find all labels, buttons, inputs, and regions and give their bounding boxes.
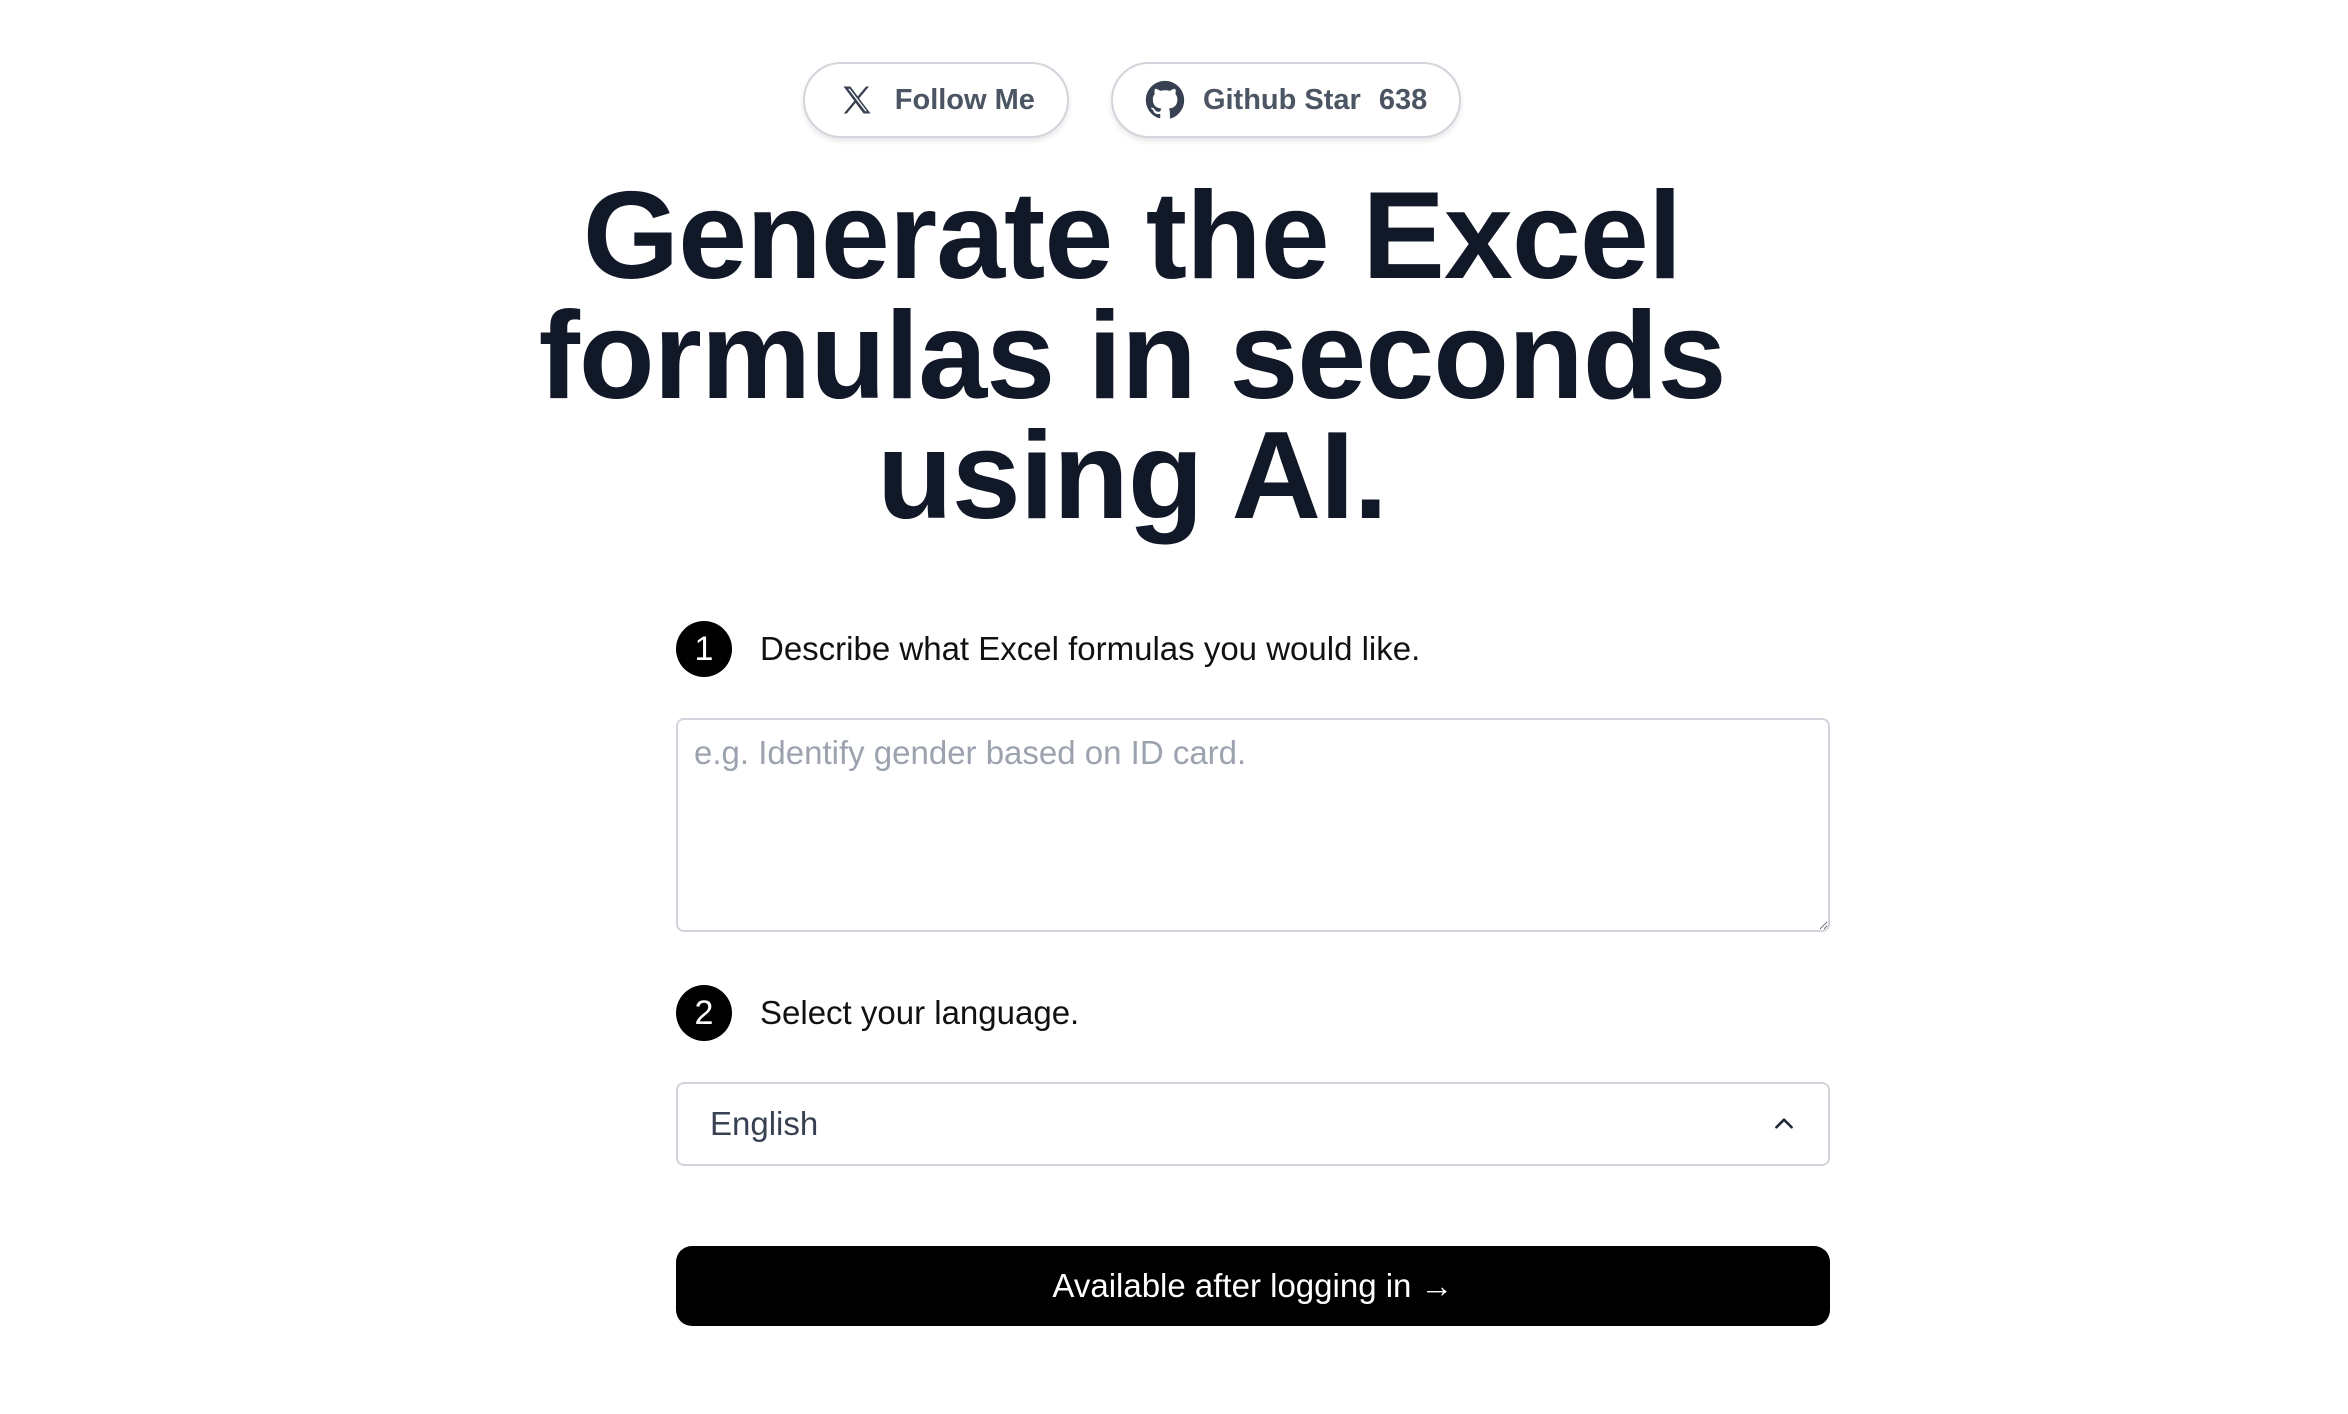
step-2-badge: 2 — [676, 985, 732, 1041]
x-logo-icon — [837, 80, 877, 120]
language-selected-value: English — [710, 1105, 819, 1142]
chevron-up-icon — [1770, 1110, 1798, 1138]
formula-description-input[interactable] — [676, 718, 1830, 932]
follow-me-button[interactable]: Follow Me — [802, 62, 1069, 138]
title-line-1: Generate the Excel — [582, 167, 1683, 305]
formula-form: 1 Describe what Excel formulas you would… — [676, 620, 1830, 1326]
step-1-label: Describe what Excel formulas you would l… — [760, 630, 1421, 667]
follow-me-label: Follow Me — [894, 83, 1035, 116]
step-1-badge: 1 — [676, 621, 732, 677]
login-required-button[interactable]: Available after logging in → — [676, 1246, 1830, 1326]
language-select[interactable]: English — [676, 1082, 1830, 1166]
login-required-label: Available after logging in → — [1052, 1267, 1454, 1304]
github-icon — [1145, 80, 1185, 120]
title-line-3: using AI. — [877, 407, 1388, 545]
github-star-count: 638 — [1378, 83, 1428, 116]
title-line-2: formulas in seconds — [538, 287, 1727, 425]
page-title: Generate the Excel formulas in seconds u… — [0, 167, 2348, 545]
step-2: 2 Select your language. — [676, 984, 1830, 1042]
github-star-button[interactable]: Github Star 638 — [1110, 62, 1462, 138]
github-star-label: Github Star — [1202, 83, 1361, 116]
top-buttons: Follow Me Github Star 638 — [0, 62, 2348, 138]
step-2-label: Select your language. — [760, 994, 1080, 1031]
page: Follow Me Github Star 638 Generate the E… — [0, 0, 2348, 1414]
step-1: 1 Describe what Excel formulas you would… — [676, 620, 1830, 678]
